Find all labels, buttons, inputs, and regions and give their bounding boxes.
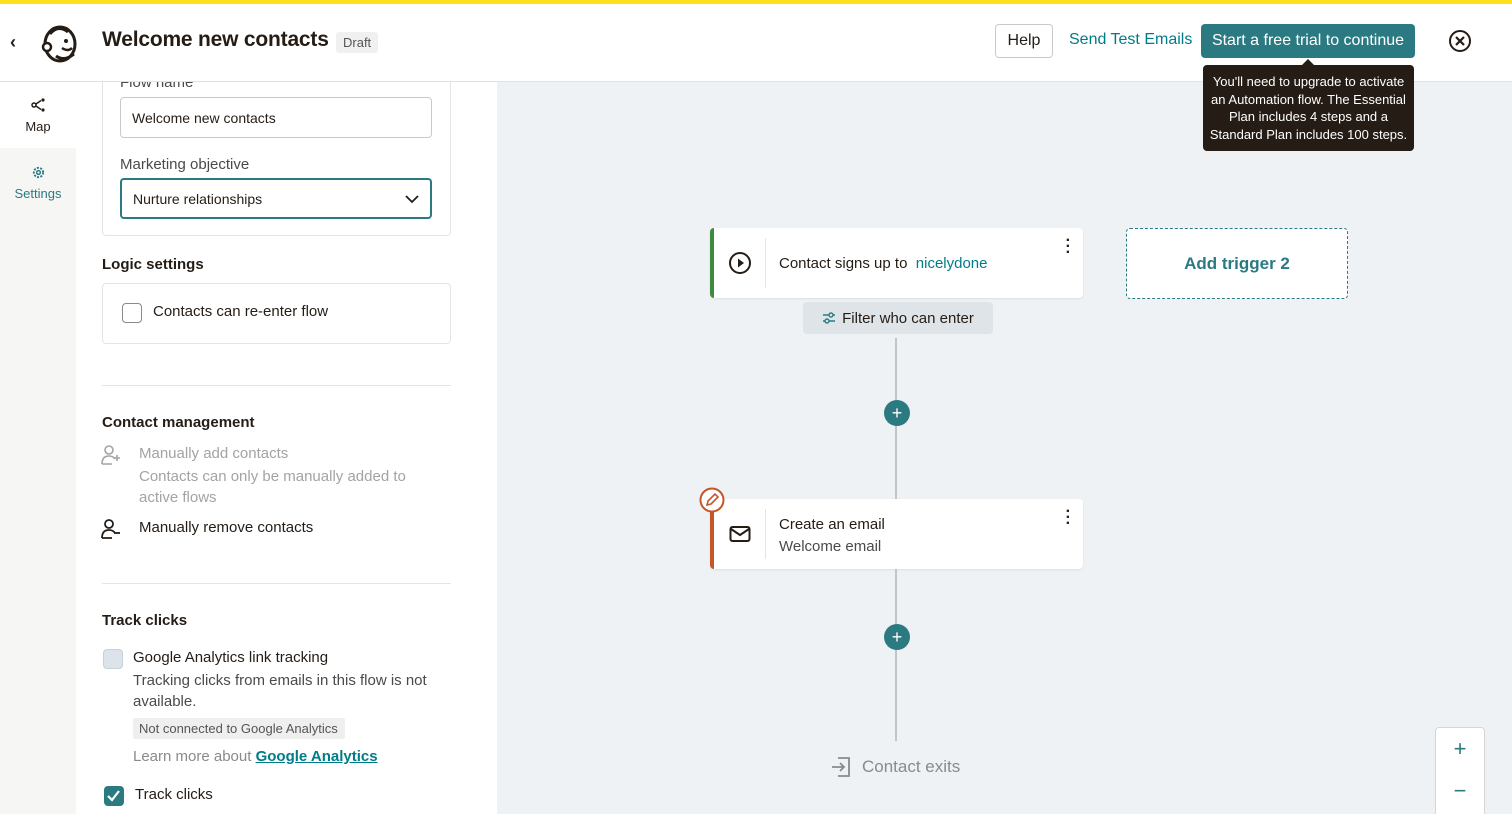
add-user-icon [101, 445, 120, 465]
rail-settings-label: Settings [14, 186, 62, 201]
node-separator [765, 238, 766, 288]
start-trial-button[interactable]: Start a free trial to continue [1201, 24, 1415, 58]
flow-canvas[interactable]: Contact signs up to nicelydone · · · Filte… [497, 82, 1512, 814]
settings-panel[interactable]: Flow name Welcome new contacts Marketing… [76, 82, 497, 814]
google-analytics-link[interactable]: Google Analytics [256, 748, 378, 765]
left-rail: Map Settings [0, 82, 76, 814]
learn-more-prefix: Learn more about [133, 748, 252, 765]
upgrade-tooltip: You'll need to upgrade to activate an Au… [1203, 59, 1414, 151]
pencil-icon[interactable] [699, 487, 725, 513]
remove-user-icon [101, 519, 120, 539]
trigger-label: Contact signs up to [779, 255, 908, 272]
node-separator [765, 509, 766, 559]
send-test-emails-link[interactable]: Send Test Emails [1069, 31, 1192, 49]
section-divider [102, 583, 451, 584]
trigger-status-bar [710, 228, 714, 298]
rail-item-map[interactable]: Map [0, 82, 76, 148]
page-title: Welcome new contacts [102, 28, 329, 51]
close-circle-icon[interactable] [1448, 29, 1472, 53]
flow-name-label: Flow name [120, 82, 194, 91]
chevron-down-icon [405, 194, 419, 203]
add-step-button[interactable]: + [884, 400, 910, 426]
envelope-icon [729, 526, 751, 542]
add-step-button[interactable]: + [884, 624, 910, 650]
contact-exits-label: Contact exits [862, 757, 961, 776]
section-divider [102, 385, 451, 386]
flow-name-input[interactable]: Welcome new contacts [120, 97, 432, 138]
ga-status-pill: Not connected to Google Analytics [133, 718, 345, 739]
ga-tracking-title: Google Analytics link tracking [133, 649, 329, 666]
trigger-audience-link[interactable]: nicelydone [916, 255, 988, 272]
manual-add-title: Manually add contacts [139, 445, 289, 462]
filter-sliders-icon [823, 312, 836, 324]
manual-remove-link[interactable]: Manually remove contacts [139, 519, 313, 536]
exit-icon [832, 757, 850, 777]
ga-tracking-checkbox [103, 649, 123, 669]
check-icon [107, 790, 120, 802]
map-share-icon [31, 97, 45, 112]
email-node-title: Create an email [779, 516, 885, 533]
back-chevron-icon[interactable]: ‹ [10, 32, 16, 53]
email-node[interactable]: Create an email Welcome email · · · [710, 499, 1083, 569]
objective-select[interactable]: Nurture relationships [120, 178, 432, 219]
kebab-icon[interactable]: · · · [1066, 504, 1071, 532]
rail-map-label: Map [25, 118, 51, 134]
zoom-out-button[interactable]: − [1436, 778, 1484, 804]
zoom-controls: + − [1435, 727, 1485, 814]
status-badge: Draft [336, 32, 379, 53]
gear-icon [32, 166, 44, 179]
learn-more-text: Learn more about Google Analytics [133, 748, 378, 765]
ga-tracking-desc: Tracking clicks from emails in this flow… [133, 672, 427, 710]
rail-item-settings[interactable]: Settings [0, 150, 76, 216]
track-clicks-checkbox[interactable] [104, 786, 124, 806]
filter-who-can-enter-button[interactable]: Filter who can enter [803, 302, 993, 334]
flow-connector [895, 569, 897, 741]
filter-label: Filter who can enter [842, 309, 974, 327]
reenter-checkbox[interactable] [122, 303, 142, 323]
contact-exits: Contact exits [830, 756, 960, 778]
objective-value: Nurture relationships [133, 190, 263, 207]
track-clicks-heading: Track clicks [102, 612, 188, 629]
help-button[interactable]: Help [995, 24, 1053, 58]
zoom-in-button[interactable]: + [1436, 736, 1484, 762]
objective-label: Marketing objective [120, 156, 250, 173]
reenter-label: Contacts can re-enter flow [153, 303, 329, 320]
trigger-node[interactable]: Contact signs up to nicelydone · · · [710, 228, 1083, 298]
kebab-icon[interactable]: · · · [1066, 233, 1071, 261]
play-circle-icon [729, 252, 751, 274]
manual-add-desc: Contacts can only be manually added to a… [139, 468, 406, 506]
logic-settings-heading: Logic settings [102, 256, 204, 273]
contact-management-heading: Contact management [102, 414, 255, 431]
mailchimp-logo-icon[interactable] [38, 22, 80, 64]
add-trigger-2-button[interactable]: Add trigger 2 [1126, 228, 1348, 299]
track-clicks-label: Track clicks [135, 786, 213, 803]
email-node-subtitle: Welcome email [779, 538, 882, 555]
trigger-text: Contact signs up to nicelydone [779, 255, 987, 272]
